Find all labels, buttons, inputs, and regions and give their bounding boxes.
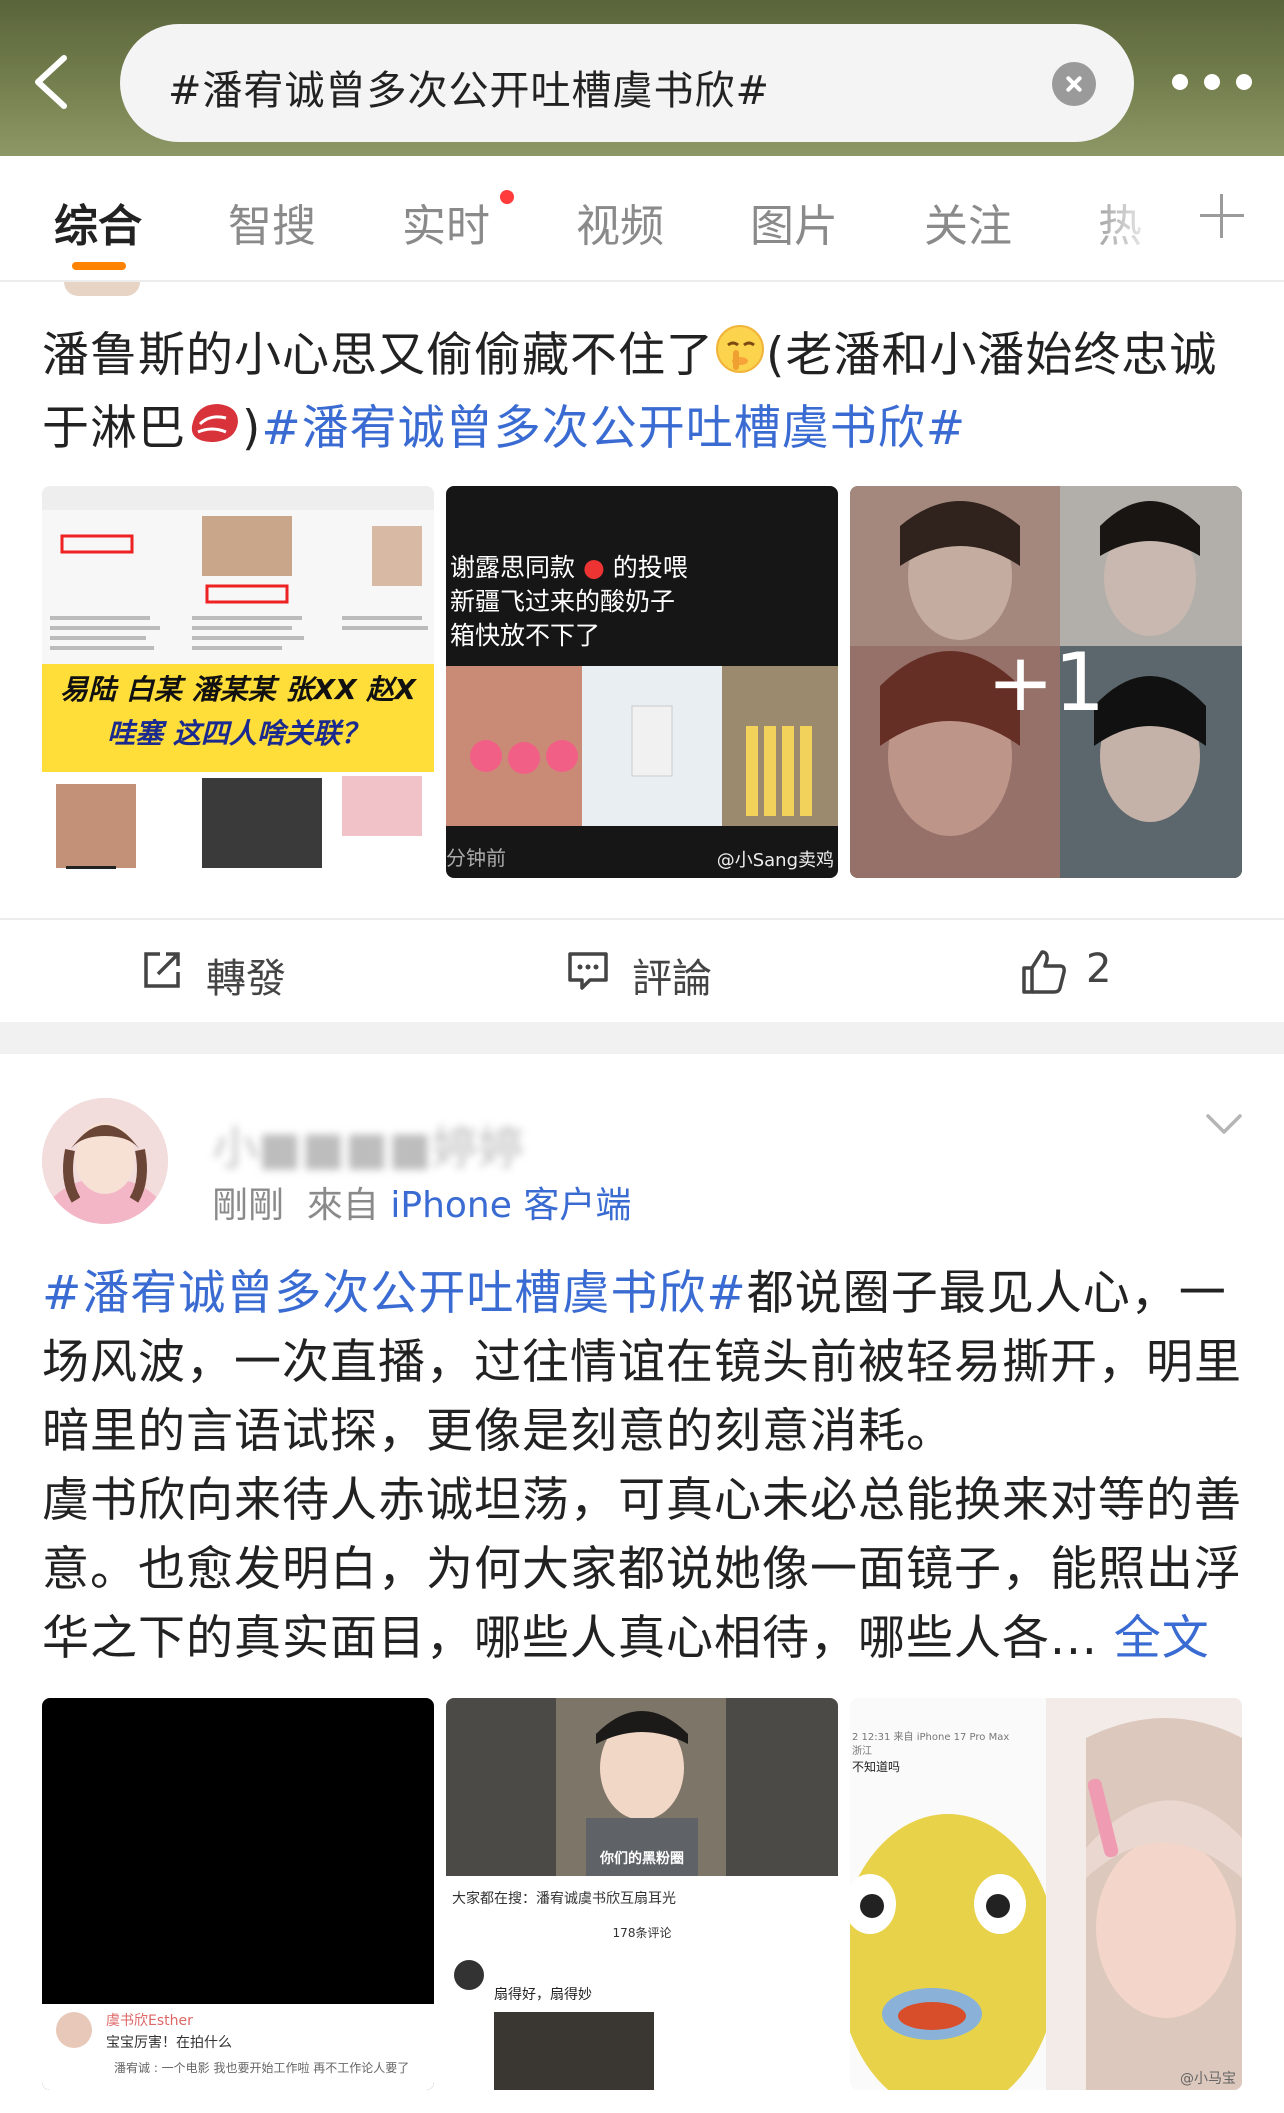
post-1-image-2[interactable]: 谢露思同款 ● 的投喂 新疆飞过来的酸奶子 箱快放不下了 分钟前 @小Sang卖…	[446, 486, 838, 878]
tab-comprehensive[interactable]: 综合	[54, 190, 142, 254]
avatar	[56, 2012, 92, 2048]
apple-emoji-icon: ●	[582, 553, 605, 582]
clear-search-icon[interactable]	[1052, 62, 1096, 106]
search-header: #潘宥诚曾多次公开吐槽虞书欣#	[0, 0, 1284, 156]
image-headline: 易陆 白某 潘某某 张XX 赵X	[60, 673, 416, 706]
avatar[interactable]	[64, 282, 140, 296]
post-time: 剛剛	[212, 1185, 285, 1226]
tab-images[interactable]: 图片	[750, 190, 838, 254]
shush-emoji-icon	[714, 323, 766, 394]
repost-icon	[144, 952, 180, 988]
post-1-text[interactable]: 潘鲁斯的小心思又偷偷藏不住了 (老潘和小潘始终忠诚于淋巴)#潘宥诚曾多次公开吐槽虞…	[42, 321, 1242, 467]
tab-smart-search[interactable]: 智搜	[228, 190, 316, 254]
post-meta: 剛剛 來自 iPhone 客户端	[212, 1185, 632, 1226]
search-input[interactable]: #潘宥诚曾多次公开吐槽虞书欣#	[120, 24, 1134, 142]
realtime-badge	[500, 190, 514, 204]
tab-following[interactable]: 关注	[924, 190, 1012, 254]
comment-icon	[568, 952, 608, 990]
more-options-icon[interactable]	[1172, 74, 1252, 94]
image-watermark: @小马宝	[1180, 2071, 1236, 2087]
meat-emoji-icon	[186, 396, 242, 467]
avatar[interactable]	[42, 1098, 168, 1224]
back-arrow-icon[interactable]	[26, 50, 86, 114]
post-1-action-bar: 轉發 評論 2	[0, 918, 1284, 1022]
source-link[interactable]: iPhone 客户端	[390, 1185, 631, 1226]
active-tab-indicator	[72, 262, 126, 270]
filter-tabs: 综合 智搜 实时 视频 图片 关注 热	[0, 156, 1284, 282]
add-tab-icon[interactable]	[1200, 194, 1244, 238]
search-query-text: #潘宥诚曾多次公开吐槽虞书欣#	[168, 68, 771, 114]
post-2-text[interactable]: #潘宥诚曾多次公开吐槽虞书欣#都说圈子最见人心，一场风波，一次直播，过往情谊在镜…	[42, 1259, 1242, 1673]
like-count: 2	[1086, 946, 1112, 992]
read-more-link[interactable]: 全文	[1114, 1611, 1210, 1666]
post-2-image-1[interactable]: 虞书欣Esther 宝宝厉害！在拍什么 潘宥诚 : 一个电影 我也要开始工作啦 …	[42, 1698, 434, 2090]
more-images-count: +1	[987, 636, 1105, 729]
post-2-image-2[interactable]: 你们的黑粉圈 大家都在搜：潘宥诚虞书欣互扇耳光 178条评论 扇得好，扇得妙	[446, 1698, 838, 2090]
tab-realtime[interactable]: 实时	[402, 190, 490, 254]
post-1-image-3[interactable]: +1	[850, 486, 1242, 878]
username[interactable]: 小■■■■婷婷	[212, 1112, 524, 1178]
topic-link[interactable]: #潘宥诚曾多次公开吐槽虞书欣#	[42, 1266, 747, 1321]
image-watermark: @小Sang卖鸡	[716, 850, 834, 871]
chevron-down-icon[interactable]	[1204, 1110, 1244, 1140]
post-1-image-1[interactable]: 易陆 白某 潘某某 张XX 赵X 哇塞 这四人啥关联？	[42, 486, 434, 878]
post-separator	[0, 1022, 1284, 1054]
topic-link[interactable]: #潘宥诚曾多次公开吐槽虞书欣#	[261, 401, 966, 456]
tab-video[interactable]: 视频	[576, 190, 664, 254]
post-2-image-3[interactable]: 2 12:31 来自 iPhone 17 Pro Max 浙江 不知道吗 @小马…	[850, 1698, 1242, 2090]
thumbs-up-icon	[1022, 950, 1066, 994]
image-headline: 哇塞 这四人啥关联？	[107, 717, 369, 750]
avatar	[454, 1960, 484, 1990]
